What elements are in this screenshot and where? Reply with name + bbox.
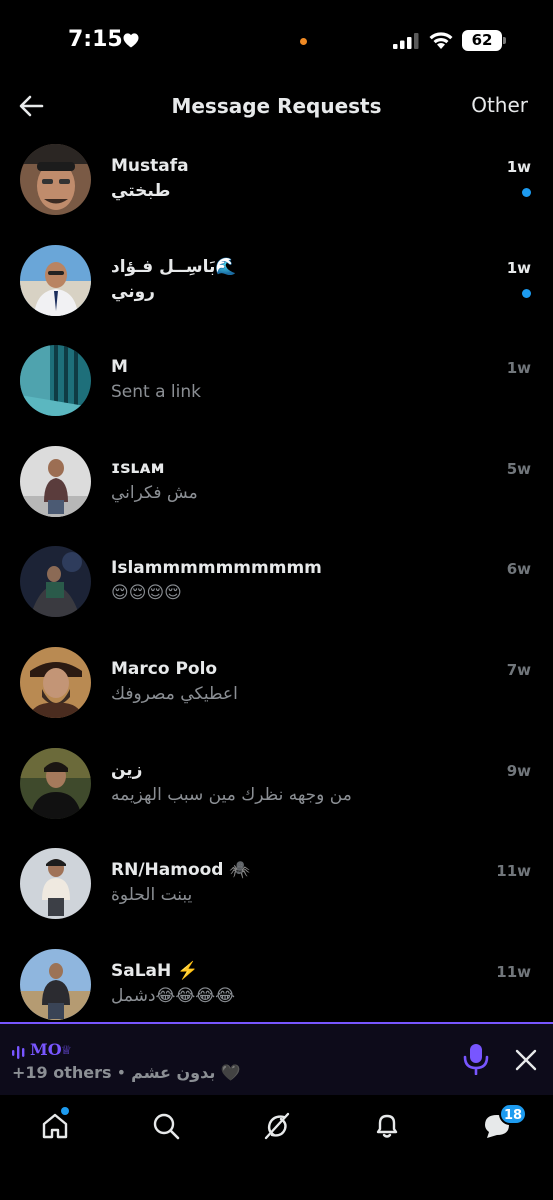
unread-indicator <box>522 188 531 197</box>
avatar[interactable] <box>20 646 91 718</box>
grok-icon <box>264 1112 290 1140</box>
bell-icon <box>376 1114 398 1138</box>
spaces-host-name: MO <box>30 1040 62 1059</box>
request-row[interactable]: بَاسِــل فـؤاد🌊 روني 1w <box>0 233 553 334</box>
avatar[interactable] <box>20 345 91 417</box>
avatar[interactable] <box>20 144 91 215</box>
other-tab-link[interactable]: Other <box>471 93 528 117</box>
page-title: Message Requests <box>171 94 382 118</box>
tab-search[interactable] <box>151 1111 181 1141</box>
crown-icon: ♕ <box>61 1043 72 1057</box>
sender-name: M <box>111 357 128 378</box>
sender-name: RN/Hamood 🕷️ <box>111 860 251 881</box>
timestamp: 1w <box>506 258 531 277</box>
spaces-subtitle: +19 others • بدون عشم 🖤 <box>12 1063 241 1082</box>
battery-icon: 62 <box>462 30 502 51</box>
message-preview: من وجهه نظرك مين سبب الهزيمه <box>111 784 352 805</box>
unread-indicator <box>522 288 531 298</box>
spaces-listener-count: +19 others <box>12 1063 112 1082</box>
recording-indicator <box>300 38 307 45</box>
message-preview: مش فكراني <box>111 482 198 503</box>
timestamp: 5w <box>506 459 531 478</box>
tab-notifications[interactable] <box>372 1111 402 1141</box>
sender-name: Islammmmmmmmmm <box>111 558 322 579</box>
sender-name: زين <box>111 759 143 780</box>
request-row[interactable]: M Sent a link 1w <box>0 333 553 434</box>
close-icon[interactable] <box>515 1049 537 1071</box>
message-preview: 😌😌😌😌 <box>111 583 182 604</box>
message-preview: يبنت الحلوة <box>111 885 193 906</box>
timestamp: 11w <box>496 962 531 981</box>
sender-name: بَاسِــل فـؤاد🌊 <box>111 256 237 277</box>
timestamp: 11w <box>496 862 531 881</box>
avatar[interactable] <box>20 546 91 618</box>
search-icon <box>153 1113 180 1140</box>
message-preview: روني <box>111 281 155 302</box>
wifi-icon <box>429 32 453 49</box>
home-notification-dot <box>61 1107 69 1115</box>
timestamp: 6w <box>506 560 531 579</box>
spaces-dock[interactable]: MO ♕ +19 others • بدون عشم 🖤 <box>0 1022 553 1095</box>
status-time: 7:15 <box>68 27 123 52</box>
bottom-tab-bar: 18 <box>0 1095 553 1200</box>
request-row[interactable]: Mustafa طبختي 1w <box>0 132 553 233</box>
spaces-title: بدون عشم 🖤 <box>131 1063 241 1082</box>
avatar[interactable] <box>20 848 91 920</box>
tab-grok[interactable] <box>262 1111 292 1141</box>
avatar[interactable] <box>20 445 91 517</box>
header: Message Requests Other <box>0 80 553 132</box>
timestamp: 1w <box>506 359 531 378</box>
spaces-separator: • <box>111 1063 132 1082</box>
status-bar: 7:15 62 <box>0 0 553 80</box>
signal-icon <box>393 33 419 49</box>
message-preview: اعطيكي مصروفك <box>111 683 238 704</box>
request-row[interactable]: ɪsʟᴀᴍ مش فكراني 5w <box>0 434 553 535</box>
avatar[interactable] <box>20 948 91 1020</box>
sender-name: Marco Polo <box>111 658 218 679</box>
message-preview: دشمل😂😂😂😂 <box>111 985 235 1006</box>
request-row[interactable]: Islammmmmmmmmm 😌😌😌😌 6w <box>0 534 553 635</box>
battery-level: 62 <box>471 31 493 49</box>
timestamp: 1w <box>506 158 531 176</box>
request-row[interactable]: زين من وجهه نظرك مين سبب الهزيمه 9w <box>0 736 553 837</box>
messages-badge: 18 <box>499 1103 527 1125</box>
heart-icon <box>123 33 139 48</box>
timestamp: 7w <box>506 660 531 679</box>
home-icon <box>42 1113 68 1139</box>
avatar[interactable] <box>20 747 91 819</box>
microphone-icon[interactable] <box>462 1043 490 1075</box>
request-row[interactable]: RN/Hamood 🕷️ يبنت الحلوة 11w <box>0 836 553 937</box>
sender-name: Mustafa <box>111 156 189 176</box>
message-preview: Sent a link <box>111 382 201 403</box>
message-preview: طبختي <box>111 181 171 201</box>
tab-home[interactable] <box>40 1111 70 1141</box>
sender-name: ɪsʟᴀᴍ <box>111 457 165 478</box>
avatar[interactable] <box>20 244 91 316</box>
message-request-list: Mustafa طبختي 1w بَاسِــل فـؤاد🌊 روني 1w… <box>0 132 553 1037</box>
battery-cap <box>503 37 506 44</box>
request-row[interactable]: Marco Polo اعطيكي مصروفك 7w <box>0 635 553 736</box>
audio-wave-icon <box>12 1046 25 1059</box>
timestamp: 9w <box>506 761 531 780</box>
sender-name: SaLaH ⚡️ <box>111 960 199 981</box>
